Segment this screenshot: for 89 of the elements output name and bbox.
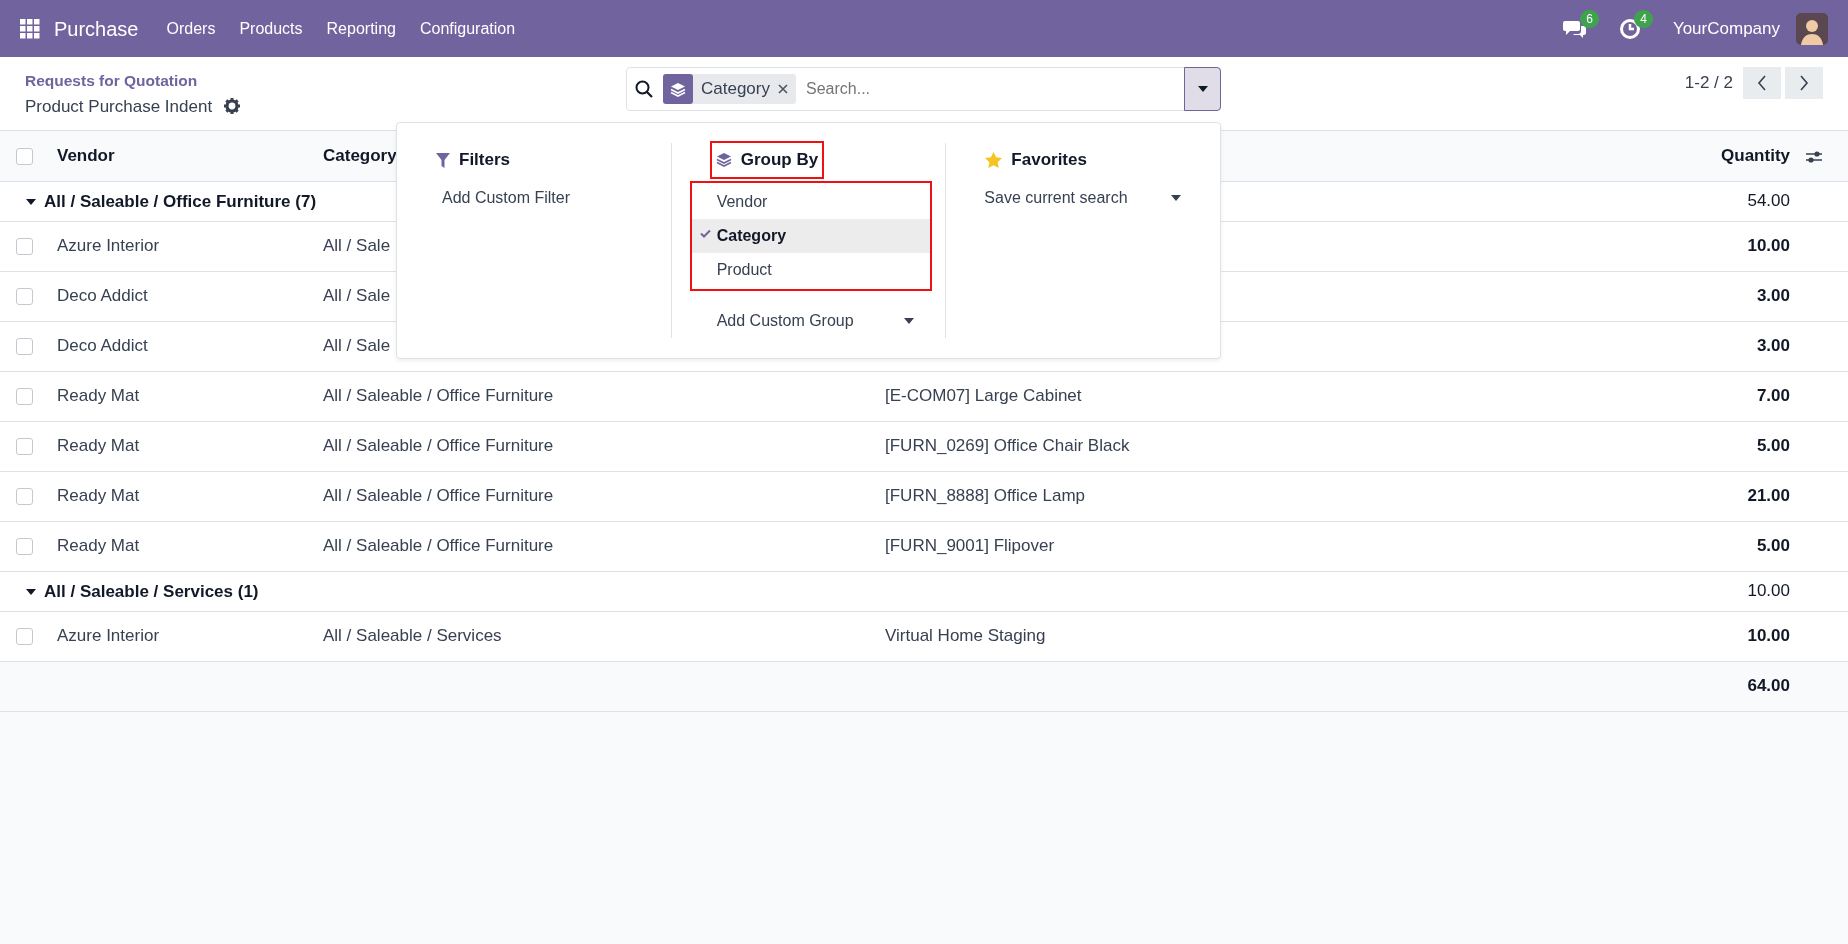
menu-item[interactable]: Save current search	[946, 181, 1205, 215]
row-checkbox[interactable]	[16, 288, 33, 306]
table-cell: [E-COM07] Large Cabinet	[885, 386, 1082, 406]
row-checkbox[interactable]	[16, 388, 33, 406]
group-row[interactable]: All / Saleable / Office Furniture (7)	[26, 189, 317, 215]
chevron-right-icon	[1799, 75, 1809, 91]
page-title: Product Purchase Indent	[25, 95, 213, 118]
close-icon[interactable]	[778, 84, 788, 94]
table-cell: 5.00	[1756, 536, 1790, 556]
row-checkbox[interactable]	[16, 488, 33, 506]
avatar[interactable]	[1796, 12, 1828, 45]
table-cell: [FURN_8888] Office Lamp	[885, 486, 1085, 506]
table-cell: All / Saleable / Office Furniture	[323, 486, 554, 506]
message-count-badge: 6	[1580, 9, 1599, 28]
table-cell: Ready Mat	[57, 386, 140, 406]
filter-icon	[436, 152, 450, 168]
table-cell: 21.00	[1747, 486, 1790, 506]
section-heading: Group By	[711, 143, 823, 177]
section-heading: Favorites	[981, 143, 1091, 177]
row-checkbox[interactable]	[16, 628, 33, 646]
column-header[interactable]: Category	[323, 146, 397, 165]
search-facet: Category	[663, 74, 796, 104]
row-checkbox[interactable]	[16, 438, 33, 456]
row-checkbox[interactable]	[16, 538, 33, 556]
caret-icon	[1171, 195, 1181, 201]
app-name[interactable]: Purchase	[40, 13, 155, 44]
table-cell: All / Saleable / Office Furniture	[323, 386, 554, 406]
column-settings-icon[interactable]	[1806, 149, 1822, 164]
next-button[interactable]	[1785, 67, 1823, 99]
row-checkbox[interactable]	[16, 338, 33, 356]
table-cell: Virtual Home Staging	[885, 626, 1046, 646]
group-by-option[interactable]: Vendor	[691, 184, 931, 219]
group-by-option[interactable]: Category	[691, 218, 931, 253]
search-input[interactable]: Search...	[804, 76, 1184, 102]
apps-menu-icon[interactable]	[20, 18, 40, 39]
table-cell: All / Sale	[323, 236, 391, 256]
settings-icon[interactable]	[224, 98, 241, 115]
clock-icon[interactable]	[1618, 18, 1641, 41]
table-cell: Ready Mat	[57, 436, 140, 456]
menu-item[interactable]: Orders	[154, 16, 228, 41]
menu-item[interactable]: Products	[227, 16, 315, 41]
menu-item[interactable]: Add Custom Filter	[397, 181, 656, 215]
group-total: 54.00	[1747, 191, 1790, 211]
column-header[interactable]: Vendor	[57, 146, 115, 165]
table-cell: All / Saleable / Services	[323, 626, 502, 646]
column-header[interactable]: Quantity	[1721, 146, 1790, 165]
menu-item[interactable]: Reporting	[314, 16, 408, 41]
group-row[interactable]: All / Saleable / Services (1)	[26, 579, 259, 605]
company-name[interactable]: YourCompany	[1672, 15, 1780, 42]
table-cell: Azure Interior	[57, 236, 160, 256]
table-cell: 10.00	[1747, 236, 1790, 256]
breadcrumb-link[interactable]: Requests for Quotation	[25, 69, 198, 93]
table-cell: Ready Mat	[57, 486, 140, 506]
table-cell: 3.00	[1756, 286, 1790, 306]
chevron-left-icon	[1757, 75, 1767, 91]
table-cell: Ready Mat	[57, 536, 140, 556]
table-cell: [FURN_9001] Flipover	[885, 536, 1055, 556]
custom-group-select[interactable]: Add Custom Group	[671, 304, 931, 338]
grand-total: 64.00	[1747, 676, 1790, 696]
table-cell: 3.00	[1756, 336, 1790, 356]
group-by-option[interactable]: Product	[691, 252, 931, 287]
search-options-toggle[interactable]	[1184, 67, 1221, 111]
table-cell: Azure Interior	[57, 626, 160, 646]
table-cell: All / Saleable / Office Furniture	[323, 436, 554, 456]
layers-icon	[670, 81, 686, 97]
row-checkbox[interactable]	[16, 238, 33, 256]
table-cell: Deco Addict	[57, 336, 148, 356]
search-bar[interactable]: Category Search...	[626, 67, 1221, 111]
previous-button[interactable]	[1743, 67, 1781, 99]
activity-count-badge: 4	[1634, 9, 1653, 28]
table-cell: 5.00	[1756, 436, 1790, 456]
table-cell: 10.00	[1747, 626, 1790, 646]
pager-value: 1-2 / 2	[1684, 72, 1733, 95]
caret-icon	[904, 318, 915, 325]
table-cell: [FURN_0269] Office Chair Black	[885, 436, 1130, 456]
select-all-checkbox[interactable]	[16, 148, 33, 165]
section-heading: Filters	[432, 143, 515, 177]
group-total: 10.00	[1747, 581, 1790, 601]
table-cell: All / Sale	[323, 286, 391, 306]
table-cell: All / Saleable / Office Furniture	[323, 536, 554, 556]
check-icon	[699, 228, 711, 238]
menu-item[interactable]: Configuration	[407, 16, 528, 41]
table-cell: 7.00	[1756, 386, 1790, 406]
caret-icon	[1197, 86, 1208, 92]
search-icon	[635, 80, 653, 98]
star-icon	[985, 152, 1003, 168]
table-cell: Deco Addict	[57, 286, 148, 306]
layers-icon	[715, 152, 732, 168]
table-cell: All / Sale	[323, 336, 391, 356]
